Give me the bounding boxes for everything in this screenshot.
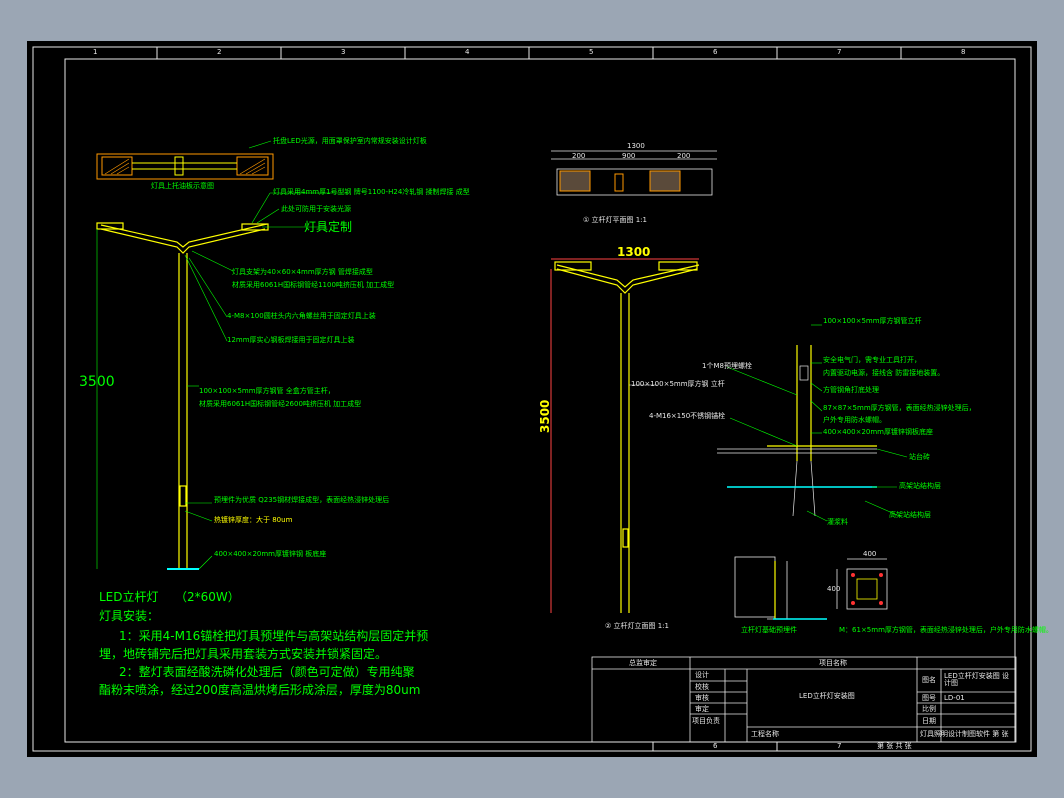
callout: 灯具支架为40×60×4mm厚方钢 管焊接成型 [232,268,373,276]
plate-dim: 400 [863,550,877,558]
notes-line: 埋，地砖铺完后把灯具采用套装方式安装并锁紧固定。 [99,647,388,661]
base-plate-elevation [734,556,827,620]
tb-row: 审定 [695,705,709,713]
callout: 灯具采用4mm厚1号型钢 牌号1100-H24冷轧钢 揉制焊接 成型 [273,188,470,196]
tb-row: 校核 [695,683,709,691]
callout: 400×400×20mm厚镀锌钢板底座 [823,428,933,436]
mid-height-dim: 3500 [538,399,552,433]
tb-right-value: LED立杆灯安装图 设计图 [944,672,1009,687]
ruler-num: 7 [837,48,842,56]
top-section-caption: ① 立杆灯平面图 1:1 [583,216,647,224]
callout: 内置驱动电源，接线含 防雷接地装置。 [823,369,945,377]
ruler-num: 5 [589,48,594,56]
plate-note: M：61×5mm厚方钢管，表面经热浸锌处理后，户外专用防水螺帽。 [839,626,1053,634]
tb-row: 项目负责 [692,717,720,725]
mid-width-dim: 1300 [617,245,651,259]
notes-line: 2：整灯表面经酸洗磷化处理后（颜色可定做）专用纯聚 [119,665,415,679]
tb-project-header: 项目名称 [819,659,847,667]
tb-row: 审核 [695,694,709,702]
callout: 方管钢角打底处理 [823,386,879,394]
tb-right-label: 比例 [922,705,936,713]
dim: 900 [622,152,636,160]
callout: 12mm厚实心钢板焊接用于固定灯具上装 [227,336,355,344]
tb-right-value: LD-01 [944,694,965,702]
mid-top-left-block [559,170,591,192]
notes-line: 酯粉末喷涂，经过200度高温烘烤后形成涂层，厚度为80um [99,683,421,697]
callout: 4-M16×150不锈钢锚栓 [649,412,726,420]
mid-pole [554,261,700,613]
callout: 灌浆料 [827,518,848,526]
callout: 材质采用6061H国标钢管经2600吨挤压机 加工成型 [199,400,362,408]
left-section-caption: 灯具上托油板示意图 [151,182,214,190]
notes-spec: （2*60W） [175,590,240,604]
callout: 高架站结构层 [899,482,941,490]
callout: 4-M8×100圆柱头内六角螺丝用于固定灯具上装 [227,312,376,320]
left-height-dim: 3500 [79,374,115,390]
mid-top-right-block [649,170,681,192]
dim: 1300 [627,142,645,150]
tb-right-label: 图名 [922,676,936,684]
callout: 100×100×5mm厚方钢管 全盒方管主杆， [199,387,335,395]
dim: 200 [572,152,586,160]
callout: 87×87×5mm厚方钢管，表面经热浸锌处理后， [823,404,976,412]
ruler-num: 6 [713,48,718,56]
detail-top-note: 1个M8预埋螺栓 [702,362,752,370]
tb-footer-right: 第 张 共 张 [877,742,912,750]
dim: 200 [677,152,691,160]
callout: 预埋件为优质 Q235钢材焊接成型，表面经热浸锌处理后 [214,496,390,504]
callout: 400×400×20mm厚镀锌钢 板底座 [214,550,327,558]
plate-dim: 400 [827,585,841,593]
callout: 100×100×5mm厚方钢管立杆 [823,317,922,325]
callout: 托盘LED光源，用面罩保护室内常规安装设计灯板 [273,137,427,145]
callout: 高架站结构层 [889,511,931,519]
ruler-num: 1 [93,48,98,56]
mid-caption: ② 立杆灯立面图 1:1 [605,622,669,630]
callout: 户外专用防水螺帽。 [823,416,886,424]
callout: 站台砖 [909,453,930,461]
ruler-num: 7 [837,742,842,750]
callout: 此处可防用于安装光源 [281,205,351,213]
tb-footer-left: 灯具照明设计制图软件 第 张 [920,730,1009,738]
callout: 安全电气门，需专业工具打开， [823,356,921,364]
ruler-num: 8 [961,48,966,56]
callout: 热镀锌厚度：大于 80um [214,516,293,524]
ruler-num: 4 [465,48,470,56]
ruler-num: 3 [341,48,346,56]
tb-row: 设计 [695,671,709,679]
callout-custom-fixture: 灯具定制 [304,220,353,234]
tb-right-label: 日期 [922,717,936,725]
outer-border [32,46,1032,752]
drawing-canvas: 1 2 3 4 5 6 7 8 6 7 3500 灯具上托油板示意图 托盘LED… [27,41,1053,757]
notes-install-title: 灯具安装： [99,609,160,623]
tb-drawing-name: LED立杆灯安装图 [799,692,855,700]
ruler-num: 6 [713,742,718,750]
callout: 100×100×5mm厚方钢 立杆 [631,380,725,388]
notes-line: 1：采用4-M16锚栓把灯具预埋件与高架站结构层固定并预 [119,629,429,643]
ruler-num: 2 [217,48,222,56]
tb-project-label: 工程名称 [751,730,779,738]
base-plate-plan [836,558,888,610]
callout: 材质采用6061H国标钢管经1100吨挤压机 加工成型 [232,281,395,289]
tb-right-label: 图号 [922,694,936,702]
tb-left-header: 总监审定 [629,659,657,667]
detail-caption: 立杆灯基础预埋件 [741,626,797,634]
notes-title: LED立杆灯 [99,590,159,604]
